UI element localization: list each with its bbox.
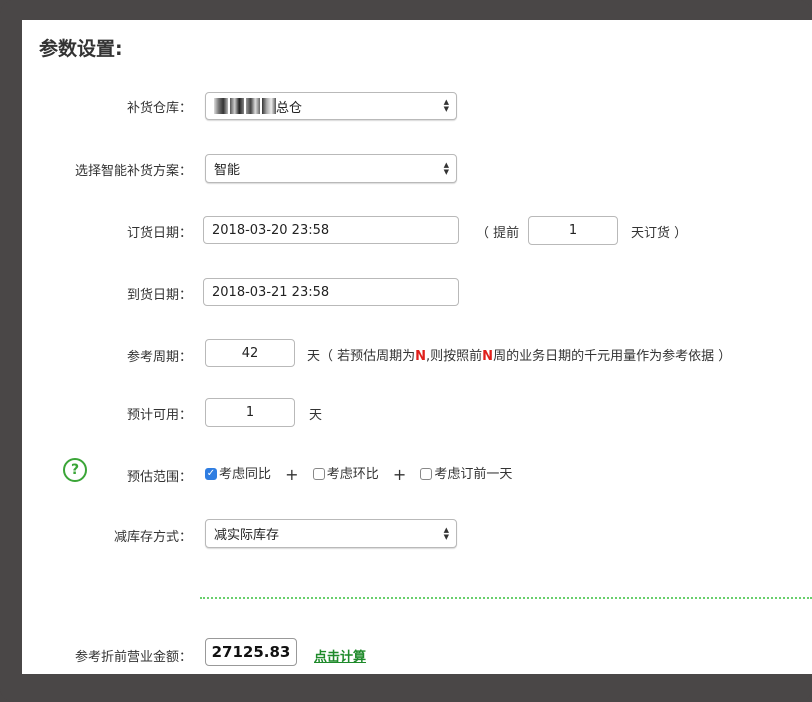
ref-period-label: 参考周期： xyxy=(126,350,192,365)
note-n: N xyxy=(482,349,494,364)
note-n: N xyxy=(415,349,427,364)
expected-label: 预计可用： xyxy=(126,408,192,423)
select-arrows-icon: ▲ ▼ xyxy=(443,525,449,541)
warehouse-label: 补货仓库： xyxy=(126,101,192,116)
plus-sign: + xyxy=(285,465,299,484)
order-date-input[interactable]: 2018-03-20 23:58 xyxy=(203,216,459,244)
ahead-prefix: （ 提前 xyxy=(476,226,520,241)
plus-sign: + xyxy=(392,465,407,484)
ahead-days-input[interactable]: 1 xyxy=(528,216,618,245)
dotted-divider xyxy=(200,597,812,599)
warehouse-select[interactable]: 总仓 ▲ ▼ xyxy=(205,92,457,120)
checkbox-unchecked-icon[interactable] xyxy=(420,467,433,480)
option-label: 考虑环比 xyxy=(326,467,379,482)
params-panel: 参数设置: 补货仓库： 总仓 ▲ ▼ 选择智能补货方案： 智能 ▲ ▼ 订货日期： … xyxy=(22,20,812,674)
order-date-label: 订货日期： xyxy=(126,226,192,241)
stock-method-label: 减库存方式： xyxy=(113,530,192,545)
ref-period-input[interactable]: 42 xyxy=(205,339,295,367)
arrival-date-input[interactable]: 2018-03-21 23:58 xyxy=(203,278,459,306)
expected-unit: 天 xyxy=(309,408,323,423)
help-icon[interactable]: ? xyxy=(63,458,87,482)
checkbox-checked-icon[interactable]: ✓ xyxy=(205,467,217,480)
redacted-block xyxy=(214,98,228,114)
arrival-date-label: 到货日期： xyxy=(126,288,192,303)
estimate-range-options: ✓ 考虑同比 + 考虑环比 + 考虑订前一天 xyxy=(205,463,512,484)
redacted-block xyxy=(230,98,244,114)
ref-amount-value: 27125.83 xyxy=(205,638,297,666)
option-day-before[interactable]: 考虑订前一天 xyxy=(420,467,512,482)
option-label: 考虑同比 xyxy=(219,467,272,482)
ahead-suffix: 天订货 ） xyxy=(631,226,688,241)
select-arrows-icon: ▲ ▼ xyxy=(443,98,449,113)
expected-input[interactable]: 1 xyxy=(205,398,295,427)
note-part: ,则按照前 xyxy=(426,349,483,364)
estimate-range-label: 预估范围： xyxy=(126,470,192,485)
ref-amount-label: 参考折前营业金额： xyxy=(74,650,192,665)
stock-method-select[interactable]: 减实际库存 ▲ ▼ xyxy=(205,519,457,548)
note-part: 周的业务日期的千元用量作为参考依据 ） xyxy=(493,349,732,364)
window-frame: 参数设置: 补货仓库： 总仓 ▲ ▼ 选择智能补货方案： 智能 ▲ ▼ 订货日期： … xyxy=(0,0,812,702)
plan-label: 选择智能补货方案： xyxy=(74,164,192,179)
redacted-block xyxy=(246,98,260,114)
plan-value: 智能 xyxy=(214,163,241,178)
warehouse-value: 总仓 xyxy=(276,100,303,116)
ref-period-note: 天（ 若预估周期为N,则按照前N周的业务日期的千元用量作为参考依据 ） xyxy=(307,345,731,364)
select-arrows-icon: ▲ ▼ xyxy=(443,160,449,176)
checkbox-unchecked-icon[interactable] xyxy=(312,467,325,480)
option-same-period[interactable]: ✓ 考虑同比 xyxy=(205,467,271,482)
stock-method-value: 减实际库存 xyxy=(214,528,280,543)
calculate-link[interactable]: 点击计算 xyxy=(314,646,366,665)
page-title: 参数设置: xyxy=(39,38,123,60)
note-part: 天（ 若预估周期为 xyxy=(307,349,416,364)
option-ring-period[interactable]: 考虑环比 xyxy=(312,467,379,482)
plan-select[interactable]: 智能 ▲ ▼ xyxy=(205,154,457,183)
option-label: 考虑订前一天 xyxy=(434,467,513,482)
redacted-block xyxy=(262,98,276,114)
